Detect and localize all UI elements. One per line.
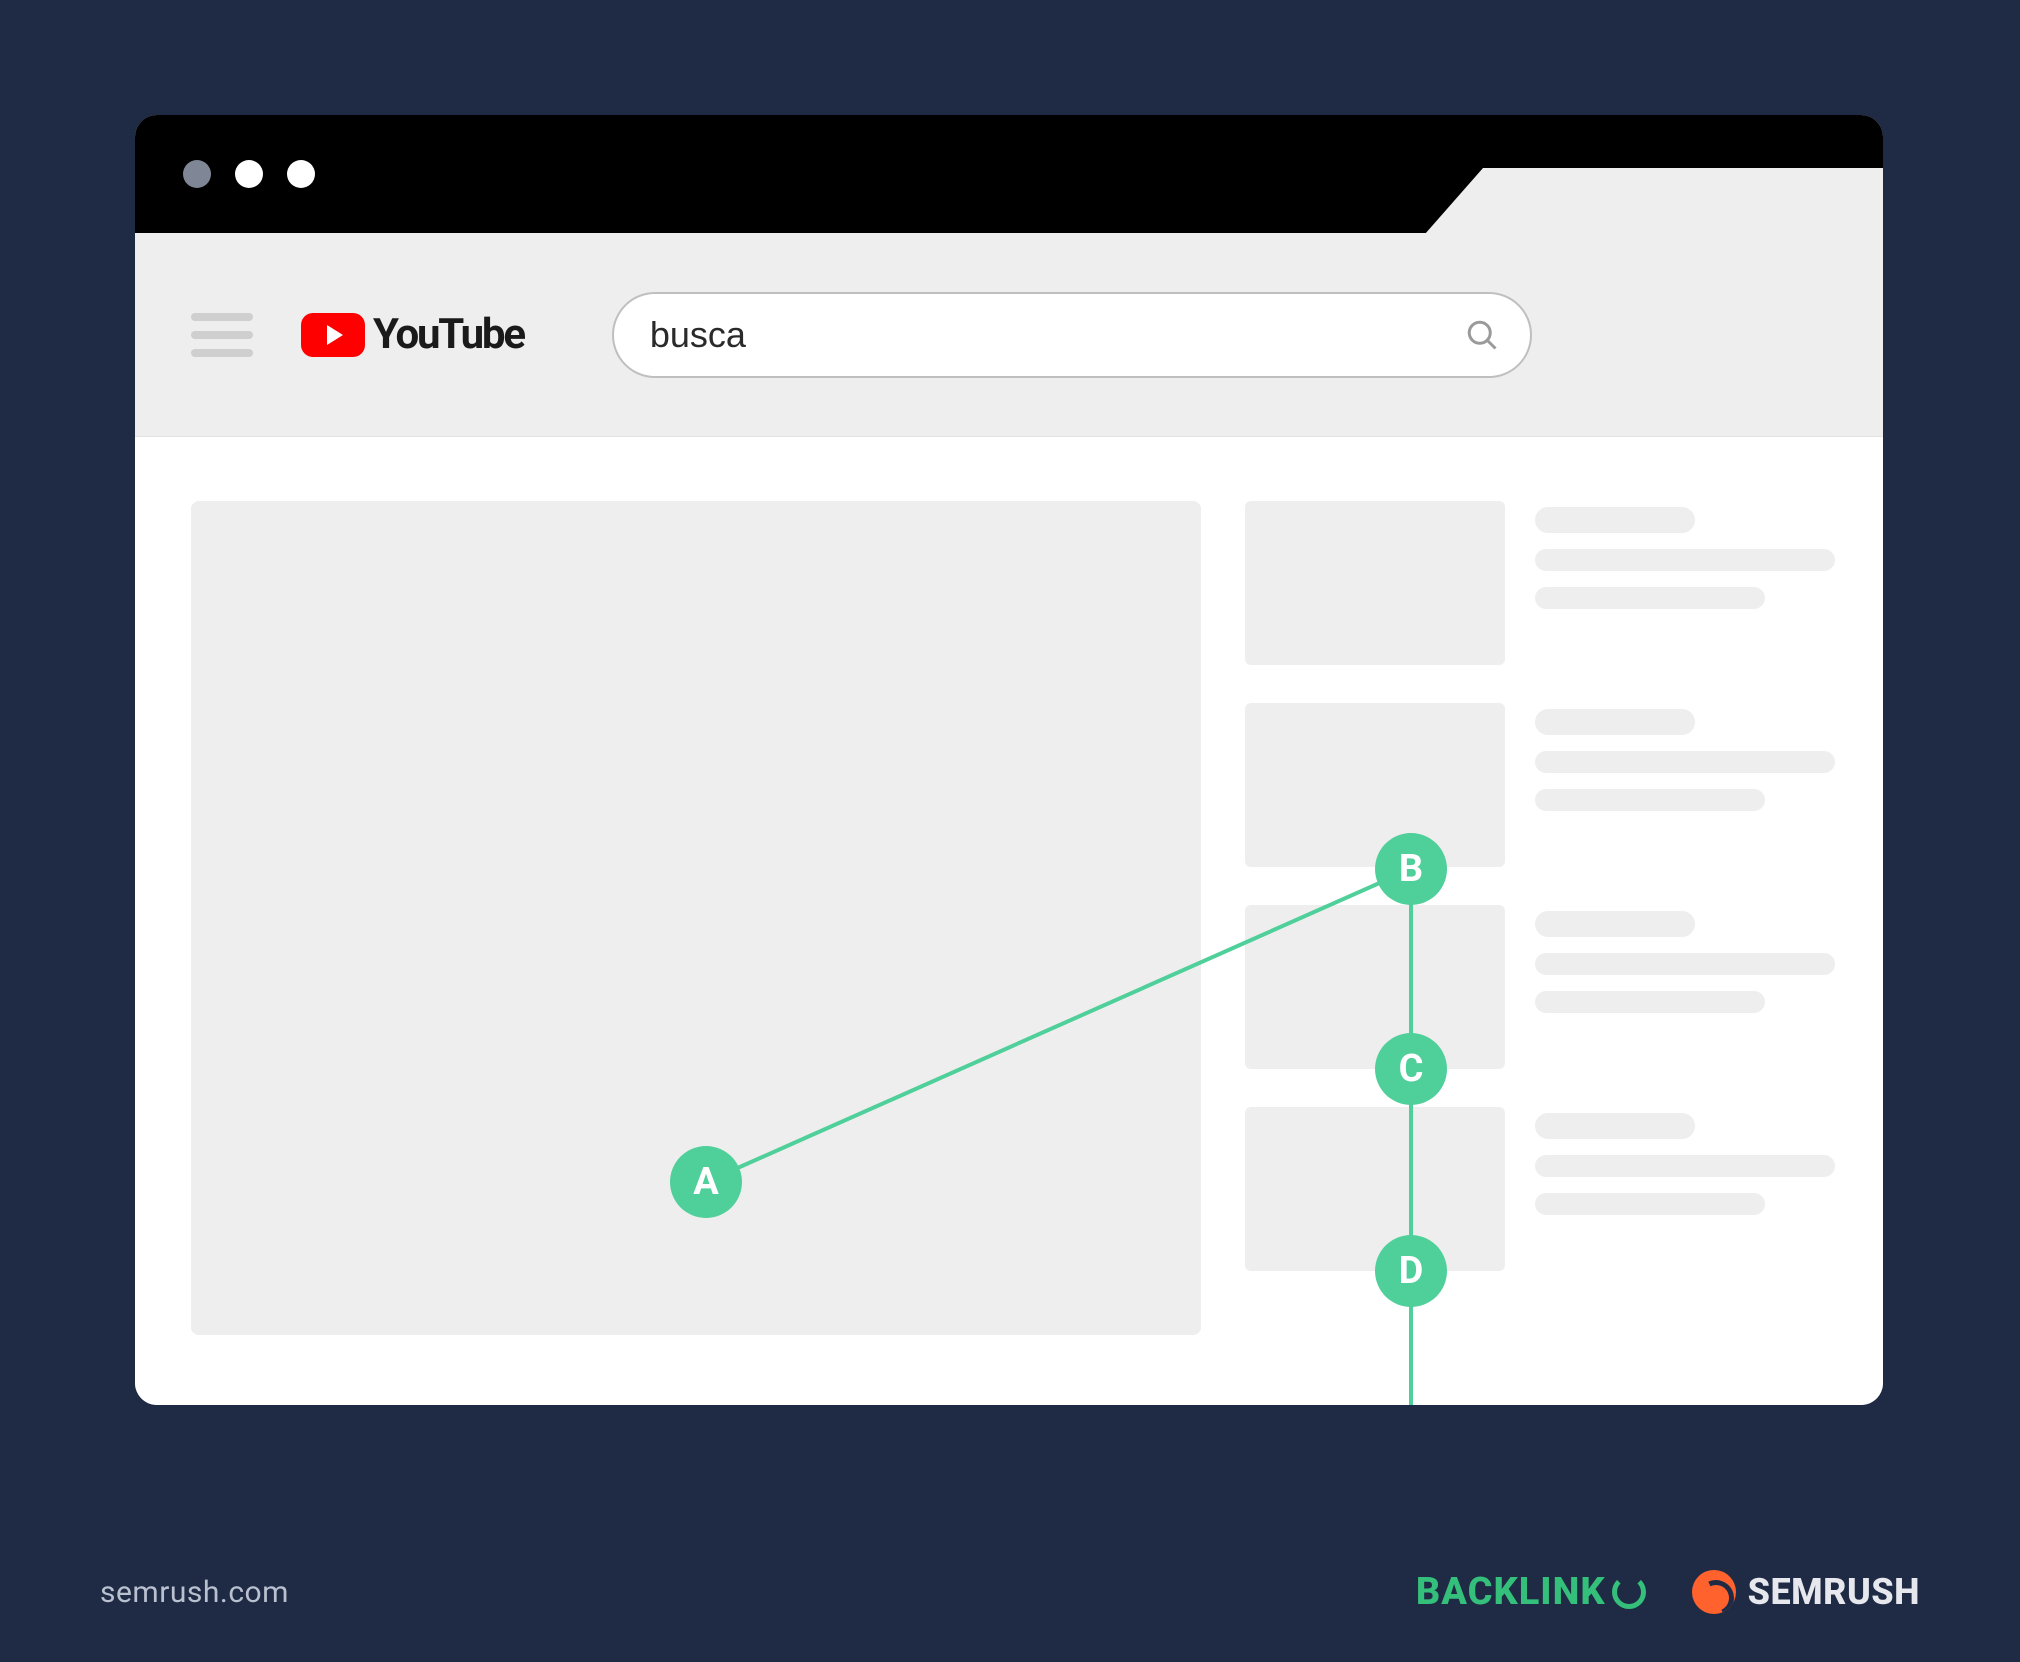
site-name: YouTube	[373, 310, 524, 359]
placeholder-bar	[1535, 1113, 1695, 1139]
video-meta	[1535, 1107, 1835, 1231]
placeholder-bar	[1535, 789, 1765, 811]
placeholder-bar	[1535, 549, 1835, 571]
play-icon	[301, 313, 365, 357]
browser-tab[interactable]	[1483, 168, 1883, 234]
browser-titlebar	[135, 115, 1883, 233]
brand-label: SEMRUSH	[1748, 1571, 1920, 1613]
image-footer: semrush.com BACKLINK SEMRUSH	[0, 1522, 2020, 1662]
placeholder-bar	[1535, 1193, 1765, 1215]
video-thumbnail[interactable]	[1245, 501, 1505, 665]
semrush-logo: SEMRUSH	[1692, 1570, 1920, 1614]
backlinko-logo: BACKLINK	[1416, 1570, 1646, 1614]
video-player[interactable]	[191, 501, 1201, 1335]
video-meta	[1535, 905, 1835, 1029]
placeholder-bar	[1535, 507, 1695, 533]
site-header: YouTube	[135, 233, 1883, 437]
video-meta	[1535, 501, 1835, 625]
browser-window: YouTube	[135, 115, 1883, 1405]
search-input[interactable]	[650, 314, 1464, 356]
window-dot[interactable]	[183, 160, 211, 188]
window-dot[interactable]	[235, 160, 263, 188]
window-dot[interactable]	[287, 160, 315, 188]
placeholder-bar	[1535, 751, 1835, 773]
video-meta	[1535, 703, 1835, 827]
placeholder-bar	[1535, 587, 1765, 609]
recommendation-item[interactable]	[1245, 905, 1835, 1069]
placeholder-bar	[1535, 709, 1695, 735]
search-bar[interactable]	[612, 292, 1532, 378]
youtube-logo[interactable]: YouTube	[301, 310, 524, 359]
window-controls	[183, 160, 315, 188]
recommendations	[1245, 501, 1835, 1335]
page-content: ABCDE	[135, 437, 1883, 1405]
recommendation-item[interactable]	[1245, 501, 1835, 665]
menu-icon[interactable]	[191, 313, 253, 357]
placeholder-bar	[1535, 953, 1835, 975]
placeholder-bar	[1535, 911, 1695, 937]
video-thumbnail[interactable]	[1245, 703, 1505, 867]
recommendation-item[interactable]	[1245, 1107, 1835, 1271]
recommendation-item[interactable]	[1245, 703, 1835, 867]
footer-brands: BACKLINK SEMRUSH	[1416, 1570, 1920, 1614]
video-thumbnail[interactable]	[1245, 905, 1505, 1069]
placeholder-bar	[1535, 1155, 1835, 1177]
footer-url: semrush.com	[100, 1575, 289, 1610]
placeholder-bar	[1535, 991, 1765, 1013]
ring-icon	[1612, 1575, 1646, 1609]
brand-label: BACKLINK	[1416, 1570, 1606, 1614]
search-icon[interactable]	[1464, 317, 1500, 353]
video-thumbnail[interactable]	[1245, 1107, 1505, 1271]
semrush-icon	[1692, 1570, 1736, 1614]
